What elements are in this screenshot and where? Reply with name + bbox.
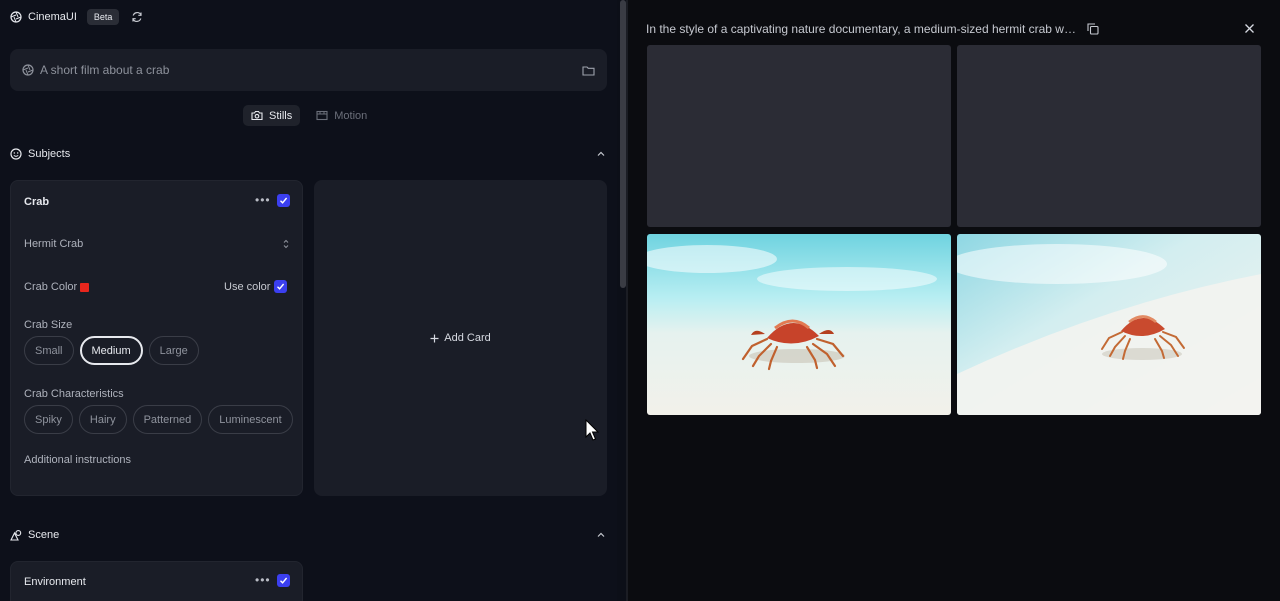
top-bar: CinemaUI Beta xyxy=(10,9,143,25)
size-large[interactable]: Large xyxy=(148,336,199,365)
left-panel: CinemaUI Beta Stills Motion xyxy=(0,0,617,601)
plus-icon xyxy=(430,334,439,343)
use-color-label: Use color xyxy=(224,281,271,293)
generated-image[interactable] xyxy=(957,234,1261,415)
environment-card: Environment ••• xyxy=(10,561,303,601)
folder-icon[interactable] xyxy=(582,65,595,76)
trait-patterned[interactable]: Patterned xyxy=(132,405,203,434)
generated-prompt-text: In the style of a captivating nature doc… xyxy=(646,22,1076,36)
color-swatch[interactable] xyxy=(80,283,89,292)
characteristic-options: Spiky Hairy Patterned Luminescent xyxy=(24,405,293,434)
refresh-icon[interactable] xyxy=(131,11,143,23)
image-placeholder[interactable] xyxy=(957,45,1261,227)
additional-instructions-input[interactable]: Additional instructions xyxy=(24,454,131,466)
crab-color-label: Crab Color xyxy=(24,281,78,293)
camera-icon xyxy=(251,110,263,121)
mode-tabs: Stills Motion xyxy=(243,105,375,126)
use-color-checkbox[interactable] xyxy=(274,280,287,293)
prompt-input[interactable] xyxy=(40,63,582,77)
beta-badge: Beta xyxy=(86,9,120,25)
crab-size-label: Crab Size xyxy=(24,319,73,331)
copy-icon[interactable] xyxy=(1087,23,1099,35)
mouse-cursor-icon xyxy=(585,419,599,441)
trait-hairy[interactable]: Hairy xyxy=(78,405,127,434)
shapes-icon xyxy=(10,529,22,541)
tab-stills-label: Stills xyxy=(269,109,293,122)
card-title: Environment xyxy=(24,576,86,588)
aperture-icon xyxy=(10,11,22,23)
tab-motion-label: Motion xyxy=(334,109,368,122)
card-title: Crab xyxy=(24,196,50,208)
enable-checkbox[interactable] xyxy=(277,194,290,207)
size-medium[interactable]: Medium xyxy=(79,336,143,365)
add-card-button[interactable]: Add Card xyxy=(314,180,607,496)
aperture-icon xyxy=(22,64,34,76)
close-icon[interactable] xyxy=(1244,23,1255,34)
add-card-label: Add Card xyxy=(444,332,491,344)
enable-checkbox[interactable] xyxy=(277,574,290,587)
more-icon[interactable]: ••• xyxy=(255,573,271,587)
more-icon[interactable]: ••• xyxy=(255,193,271,207)
trait-spiky[interactable]: Spiky xyxy=(24,405,73,434)
crab-type-value: Hermit Crab xyxy=(24,238,84,250)
size-options: Small Medium Large xyxy=(24,336,199,365)
prompt-bar xyxy=(10,49,607,91)
app-name: CinemaUI xyxy=(28,11,77,23)
updown-chevron-icon xyxy=(282,239,290,249)
subject-card: Crab ••• Hermit Crab Crab Color Use colo… xyxy=(10,180,303,496)
trait-luminescent[interactable]: Luminescent xyxy=(208,405,293,434)
tab-motion[interactable]: Motion xyxy=(308,105,375,126)
film-icon xyxy=(316,110,328,121)
chevron-up-icon[interactable] xyxy=(596,149,606,159)
scene-title: Scene xyxy=(28,529,60,541)
generated-image[interactable] xyxy=(647,234,951,415)
crab-type-select[interactable]: Hermit Crab xyxy=(24,233,290,255)
crab-characteristics-label: Crab Characteristics xyxy=(24,388,124,400)
subjects-header[interactable]: Subjects xyxy=(10,148,70,160)
smile-icon xyxy=(10,148,22,160)
subjects-title: Subjects xyxy=(28,148,71,160)
size-small[interactable]: Small xyxy=(24,336,74,365)
scene-header[interactable]: Scene xyxy=(10,529,59,541)
results-panel: In the style of a captivating nature doc… xyxy=(628,0,1280,601)
chevron-up-icon[interactable] xyxy=(596,530,606,540)
image-placeholder[interactable] xyxy=(647,45,951,227)
tab-stills[interactable]: Stills xyxy=(243,105,301,126)
